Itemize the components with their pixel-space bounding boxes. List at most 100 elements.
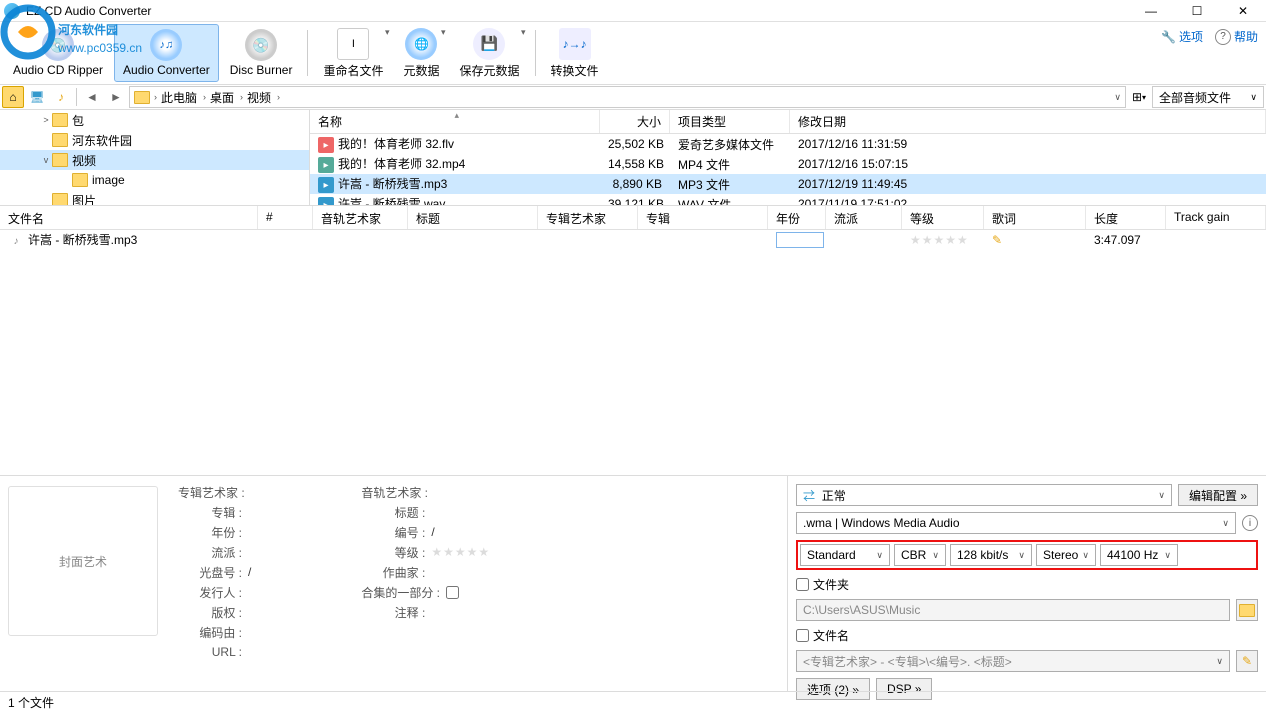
file-type-icon: ▸	[318, 177, 334, 193]
audio-cd-ripper-button[interactable]: 💿 Audio CD Ripper	[4, 24, 112, 82]
col-type[interactable]: 项目类型	[670, 110, 790, 133]
folder-icon	[52, 113, 68, 127]
main-toolbar: 💿 Audio CD Ripper ♪♫ Audio Converter 💿 D…	[0, 22, 1266, 84]
music-icon: ♪	[8, 233, 24, 249]
audio-converter-button[interactable]: ♪♫ Audio Converter	[114, 24, 219, 82]
qcol-year[interactable]: 年份	[768, 206, 826, 229]
nav-home-icon[interactable]: ⌂	[2, 86, 24, 108]
output-folder-input[interactable]	[796, 599, 1230, 621]
tree-label: 视频	[72, 152, 96, 169]
qcol-rating[interactable]: 等级	[902, 206, 984, 229]
status-text: 1 个文件	[8, 694, 54, 711]
breadcrumb-item[interactable]: 此电脑›	[161, 89, 206, 106]
breadcrumb-item[interactable]: 视频›	[247, 89, 280, 106]
app-title: EZ CD Audio Converter	[26, 4, 151, 18]
info-icon[interactable]: i	[1242, 515, 1258, 531]
rating-stars[interactable]: ★★★★★	[431, 545, 490, 559]
rename-files-button[interactable]: I 重命名文件▾	[314, 24, 392, 82]
folder-icon	[72, 173, 88, 187]
file-row[interactable]: ▸我的！体育老师 32.flv 25,502 KB 爱奇艺多媒体文件 2017/…	[310, 134, 1266, 154]
cover-art-box[interactable]: 封面艺术	[8, 486, 158, 636]
disc-burner-button[interactable]: 💿 Disc Burner	[221, 24, 302, 82]
edit-config-button[interactable]: 编辑配置 »	[1178, 484, 1258, 506]
close-button[interactable]: ✕	[1220, 0, 1266, 22]
qcol-trackartist[interactable]: 音轨艺术家	[313, 206, 408, 229]
qcol-num[interactable]: #	[258, 206, 313, 229]
wrench-icon: 🔧	[1161, 30, 1176, 44]
profile-icon: ⇄	[803, 489, 815, 503]
file-filter-combo[interactable]: 全部音频文件∨	[1152, 86, 1264, 108]
tree-item[interactable]: 图片	[0, 190, 309, 205]
maximize-button[interactable]: ☐	[1174, 0, 1220, 22]
rating-stars[interactable]: ★★★★★	[902, 231, 984, 249]
output-panel: ⇄ 正常∨ 编辑配置 » .wma | Windows Media Audio∨…	[788, 476, 1266, 691]
view-mode-button[interactable]: ⊞▾	[1128, 86, 1150, 108]
filename-pattern-combo[interactable]: <专辑艺术家> - <专辑>\<编号>. <标题>∨	[796, 650, 1230, 672]
edit-lyrics-icon[interactable]: ✎	[992, 233, 1002, 247]
navbar: ⌂ 🖥 ♪ ◄ ► › 此电脑› 桌面› 视频› ∨ ⊞▾ 全部音频文件∨	[0, 84, 1266, 110]
qcol-length[interactable]: 长度	[1086, 206, 1166, 229]
app-icon	[4, 3, 20, 19]
col-name[interactable]: 名称▴	[310, 110, 600, 133]
tree-caret-icon: >	[40, 115, 52, 125]
file-row[interactable]: ▸我的！体育老师 32.mp4 14,558 KB MP4 文件 2017/12…	[310, 154, 1266, 174]
format-combo[interactable]: .wma | Windows Media Audio∨	[796, 512, 1236, 534]
file-type-icon: ▸	[318, 137, 334, 153]
breadcrumb[interactable]: › 此电脑› 桌面› 视频› ∨	[129, 86, 1126, 108]
col-date[interactable]: 修改日期	[790, 110, 1266, 133]
tree-item[interactable]: 河东软件园	[0, 130, 309, 150]
profile-combo[interactable]: ⇄ 正常∨	[796, 484, 1172, 506]
file-list: 名称▴ 大小 项目类型 修改日期 ▸我的！体育老师 32.flv 25,502 …	[310, 110, 1266, 205]
help-link[interactable]: ?帮助	[1215, 28, 1258, 45]
year-input[interactable]	[776, 232, 824, 248]
queue-row[interactable]: ♪许嵩 - 断桥残雪.mp3 ★★★★★ ✎ 3:47.097	[0, 230, 1266, 250]
tree-item[interactable]: image	[0, 170, 309, 190]
nav-forward-button[interactable]: ►	[105, 86, 127, 108]
nav-music-icon[interactable]: ♪	[50, 86, 72, 108]
qcol-genre[interactable]: 流派	[826, 206, 902, 229]
tree-item[interactable]: >包	[0, 110, 309, 130]
bitrate-combo[interactable]: 128 kbit/s∨	[950, 544, 1032, 566]
compilation-checkbox[interactable]	[446, 586, 459, 599]
save-metadata-button[interactable]: 💾 保存元数据▾	[450, 24, 528, 82]
bitrate-mode-combo[interactable]: CBR∨	[894, 544, 946, 566]
folder-icon	[52, 133, 68, 147]
nav-back-button[interactable]: ◄	[81, 86, 103, 108]
minimize-button[interactable]: —	[1128, 0, 1174, 22]
edit-pattern-button[interactable]: ✎	[1236, 650, 1258, 672]
folder-icon	[52, 153, 68, 167]
file-row[interactable]: ▸许嵩 - 断桥残雪.wav 39,121 KB WAV 文件 2017/11/…	[310, 194, 1266, 205]
breadcrumb-item[interactable]: 桌面›	[210, 89, 243, 106]
nav-desktop-icon[interactable]: 🖥	[26, 86, 48, 108]
help-icon: ?	[1215, 29, 1231, 45]
tree-label: 河东软件园	[72, 132, 132, 149]
samplerate-combo[interactable]: 44100 Hz∨	[1100, 544, 1178, 566]
tree-label: 图片	[72, 192, 96, 206]
qcol-title[interactable]: 标题	[408, 206, 538, 229]
convert-files-button[interactable]: ♪→♪ 转换文件	[542, 24, 608, 82]
qcol-filename[interactable]: 文件名	[0, 206, 258, 229]
folder-checkbox[interactable]	[796, 578, 809, 591]
file-type-icon: ▸	[318, 197, 334, 205]
encoder-settings-highlight: Standard∨ CBR∨ 128 kbit/s∨ Stereo∨ 44100…	[796, 540, 1258, 570]
browse-folder-button[interactable]	[1236, 599, 1258, 621]
qcol-albumartist[interactable]: 专辑艺术家	[538, 206, 638, 229]
file-row[interactable]: ▸许嵩 - 断桥残雪.mp3 8,890 KB MP3 文件 2017/12/1…	[310, 174, 1266, 194]
qcol-lyrics[interactable]: 歌词	[984, 206, 1086, 229]
options-link[interactable]: 🔧选项	[1161, 28, 1203, 45]
filename-checkbox[interactable]	[796, 629, 809, 642]
folder-icon	[1239, 604, 1255, 617]
statusbar: 1 个文件	[0, 691, 1266, 713]
metadata-panel: 封面艺术 专辑艺术家 : 专辑 : 年份 : 流派 : 光盘号 :/ 发行人 :…	[0, 476, 788, 691]
titlebar: EZ CD Audio Converter — ☐ ✕	[0, 0, 1266, 22]
metadata-button[interactable]: 🌐 元数据▾	[394, 24, 448, 82]
qcol-album[interactable]: 专辑	[638, 206, 768, 229]
tree-caret-icon: v	[40, 155, 52, 165]
qcol-gain[interactable]: Track gain	[1166, 206, 1266, 229]
tree-label: image	[92, 173, 125, 187]
quality-combo[interactable]: Standard∨	[800, 544, 890, 566]
col-size[interactable]: 大小	[600, 110, 670, 133]
tree-item[interactable]: v 视频	[0, 150, 309, 170]
folder-icon	[52, 193, 68, 205]
channels-combo[interactable]: Stereo∨	[1036, 544, 1096, 566]
